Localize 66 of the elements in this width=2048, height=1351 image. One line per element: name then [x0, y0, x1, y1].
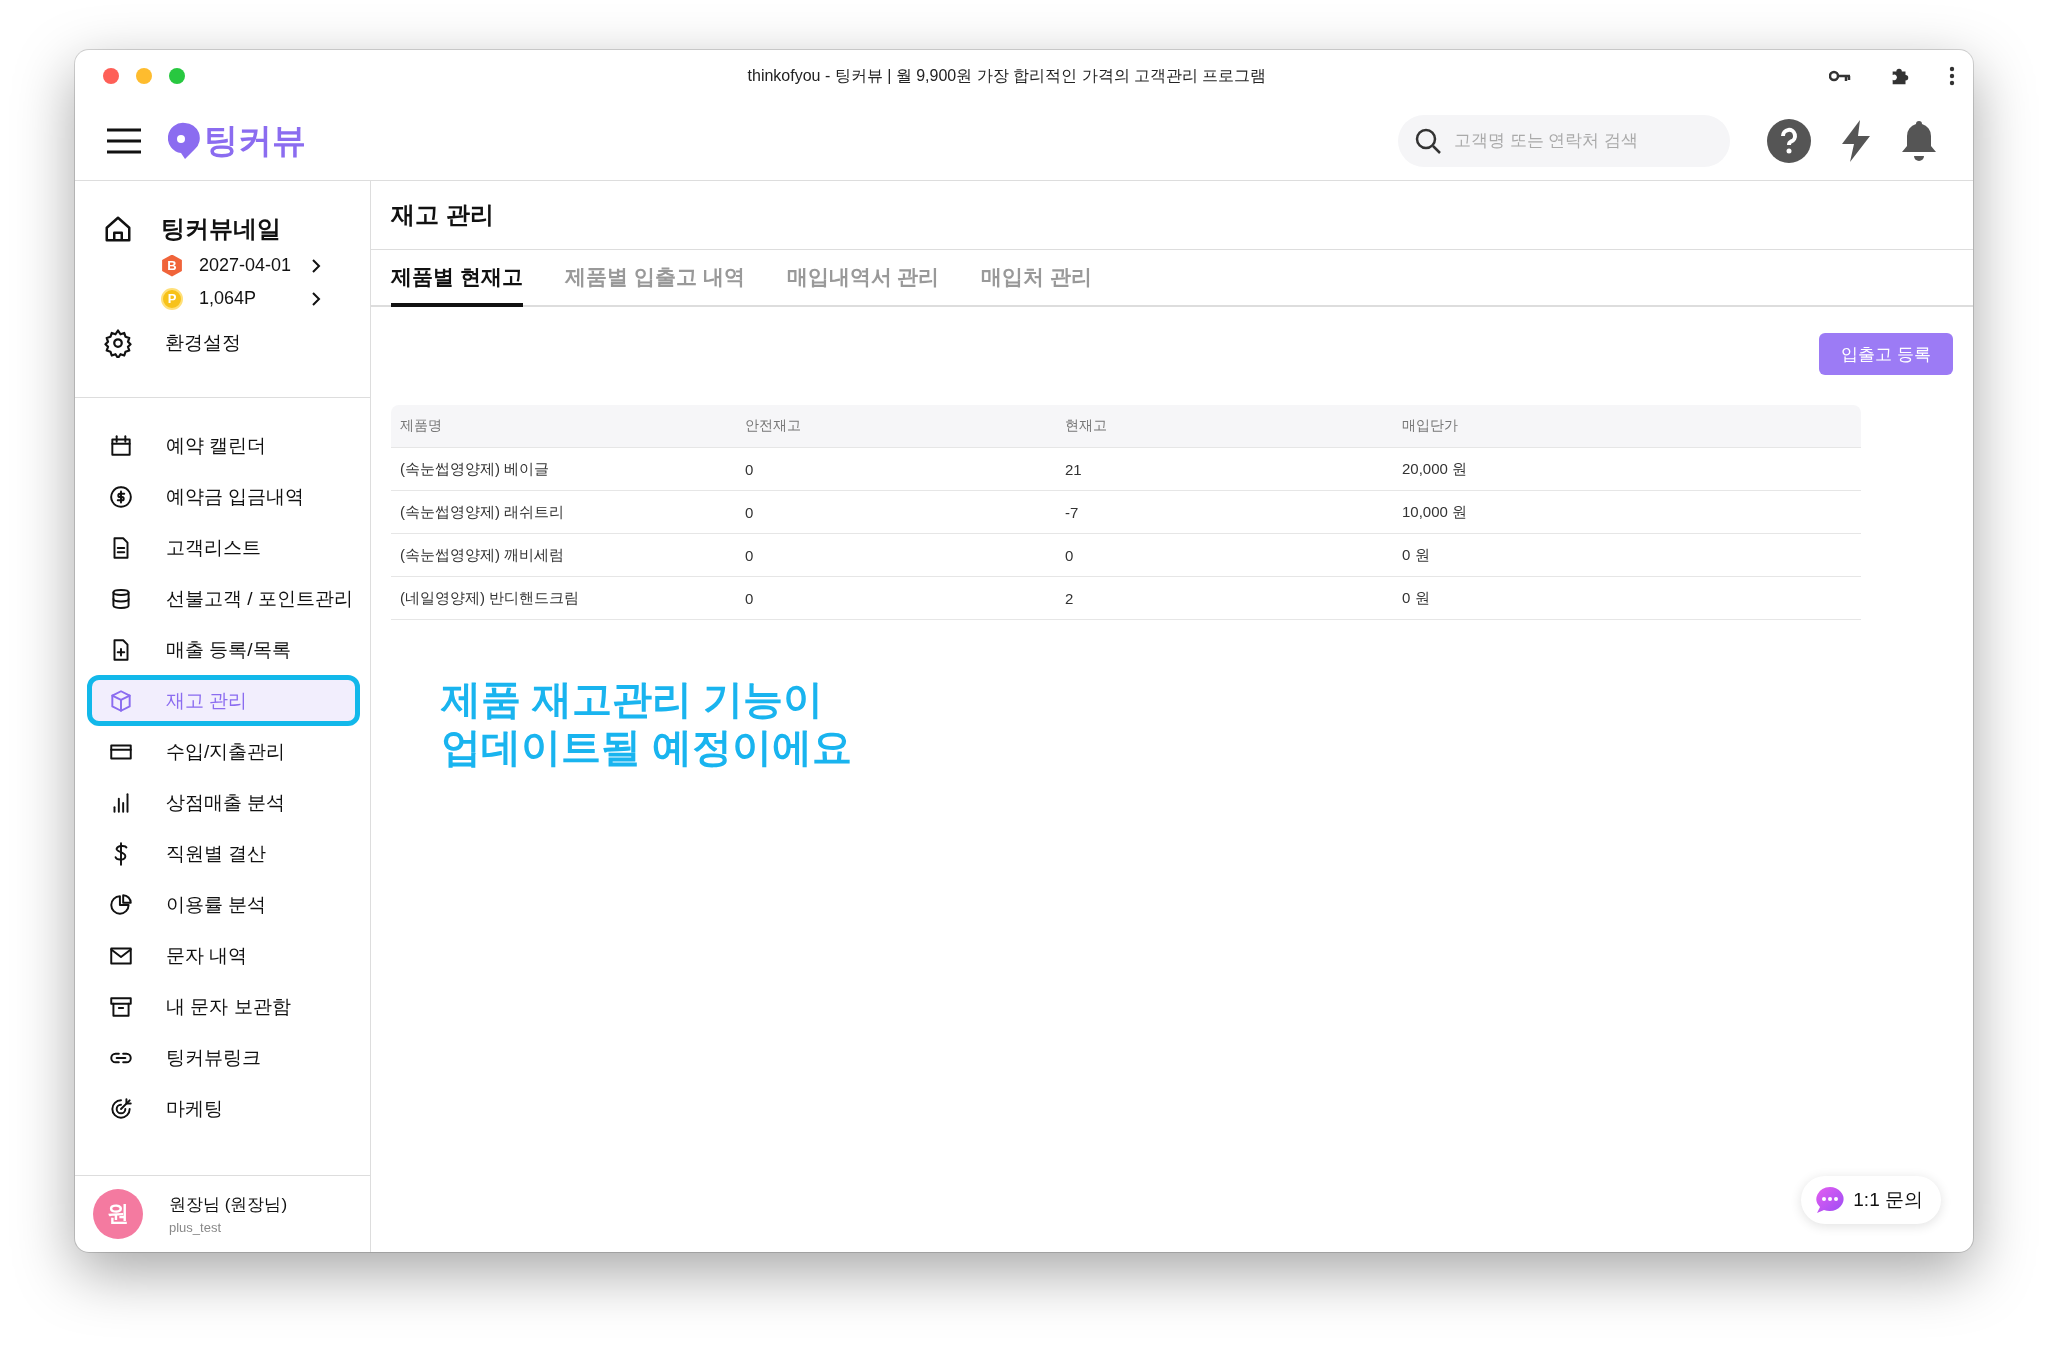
menu-item-icon [108, 483, 134, 510]
account-info-link[interactable]: B 2027-04-01 [103, 249, 370, 282]
badge-mark: P [161, 287, 183, 310]
sidebar-item[interactable]: 상점매출 분석 [87, 777, 360, 828]
bell-icon[interactable] [1900, 120, 1938, 162]
table-cell-text: 0 [744, 460, 755, 478]
sidebar-item[interactable]: 예약 캘린더 [87, 420, 360, 471]
key-icon[interactable] [1829, 69, 1851, 83]
table-cell-text: 10,000 원 [1401, 502, 1469, 522]
sidebar-item[interactable]: 고객리스트 [87, 522, 360, 573]
help-icon[interactable] [1766, 118, 1812, 164]
sidebar-item[interactable]: 선불고객 / 포인트관리 [87, 573, 360, 624]
settings-link[interactable]: 환경설정 [103, 319, 370, 367]
chevron-right-icon [311, 290, 321, 307]
notice-text: 업데이트될 예정이에요 [441, 724, 853, 771]
table-cell-text: 0 [744, 589, 755, 607]
menu-item-icon [108, 432, 134, 459]
sidebar-item[interactable]: 수입/지출관리 [87, 726, 360, 777]
table-cell-text: -7 [1064, 503, 1080, 521]
user-id: plus_test [169, 1220, 223, 1235]
table-cell-text: 0 원 [1401, 545, 1431, 565]
sidebar-item[interactable]: 마케팅 [87, 1083, 360, 1134]
column-header: 매입단가 [1401, 417, 1459, 435]
logo-text[interactable]: 팅커뷰 [204, 118, 306, 164]
table-cell-text: (속눈썹영양제) 깨비세럼 [399, 545, 566, 565]
window-title: thinkofyou - 팅커뷰 | 월 9,900원 가장 합리적인 가격의 고객관리 프로그램 [746, 65, 1268, 86]
user-name: 원장님 (원장님) [169, 1194, 288, 1216]
table-cell-text: 20,000 원 [1401, 459, 1469, 479]
table-cell-text: (속눈썹영양제) 베이글 [399, 459, 551, 479]
inquiry-button[interactable]: 1:1 문의 [1801, 1176, 1941, 1224]
settings-icon [103, 328, 133, 358]
chevron-right-icon [311, 257, 321, 274]
account-info-link[interactable]: P 1,064P [103, 282, 370, 315]
sidebar-item[interactable]: 직원별 결산 [87, 828, 360, 879]
table-cell-text: 0 [1064, 546, 1075, 564]
sidebar-item[interactable]: 예약금 입금내역 [87, 471, 360, 522]
logo-pin-icon [168, 122, 202, 160]
sidebar-item[interactable]: 매출 등록/목록 [87, 624, 360, 675]
notice-text: 제품 재고관리 기능이 [441, 676, 824, 723]
table-cell-text: 2 [1064, 589, 1075, 607]
menu-item-icon [108, 891, 134, 918]
table-cell-text: 0 [744, 503, 755, 521]
sidebar-item[interactable]: 이용률 분석 [87, 879, 360, 930]
tab[interactable]: 제품별 현재고 [391, 250, 523, 307]
badge-mark: B [161, 254, 183, 277]
search-field[interactable]: 고객명 또는 연락처 검색 [1398, 115, 1730, 167]
sidebar-item[interactable]: 내 문자 보관함 [87, 981, 360, 1032]
sidebar-item[interactable]: 팅커뷰링크 [87, 1032, 360, 1083]
menu-item-icon [108, 687, 134, 714]
page-title: 재고 관리 [391, 200, 494, 230]
menu-icon[interactable] [106, 128, 142, 154]
table-cell-text: (속눈썹영양제) 래쉬트리 [399, 502, 566, 522]
home-icon[interactable] [103, 214, 133, 244]
column-header: 현재고 [1064, 417, 1108, 435]
menu-item-icon [108, 1095, 134, 1122]
sidebar-item[interactable]: 문자 내역 [87, 930, 360, 981]
table-cell-text: 0 원 [1401, 588, 1431, 608]
more-icon[interactable] [1949, 66, 1955, 86]
table-cell-text: 21 [1064, 460, 1083, 478]
table-cell-text: 0 [744, 546, 755, 564]
column-header: 안전재고 [744, 417, 802, 435]
table-cell-text: (네일영양제) 반디핸드크림 [399, 588, 581, 608]
shop-name: 팅커뷰네일 [161, 214, 281, 244]
chat-bubble-icon [1815, 1186, 1846, 1214]
column-header: 제품명 [399, 417, 443, 435]
close-window-button[interactable] [103, 68, 119, 84]
